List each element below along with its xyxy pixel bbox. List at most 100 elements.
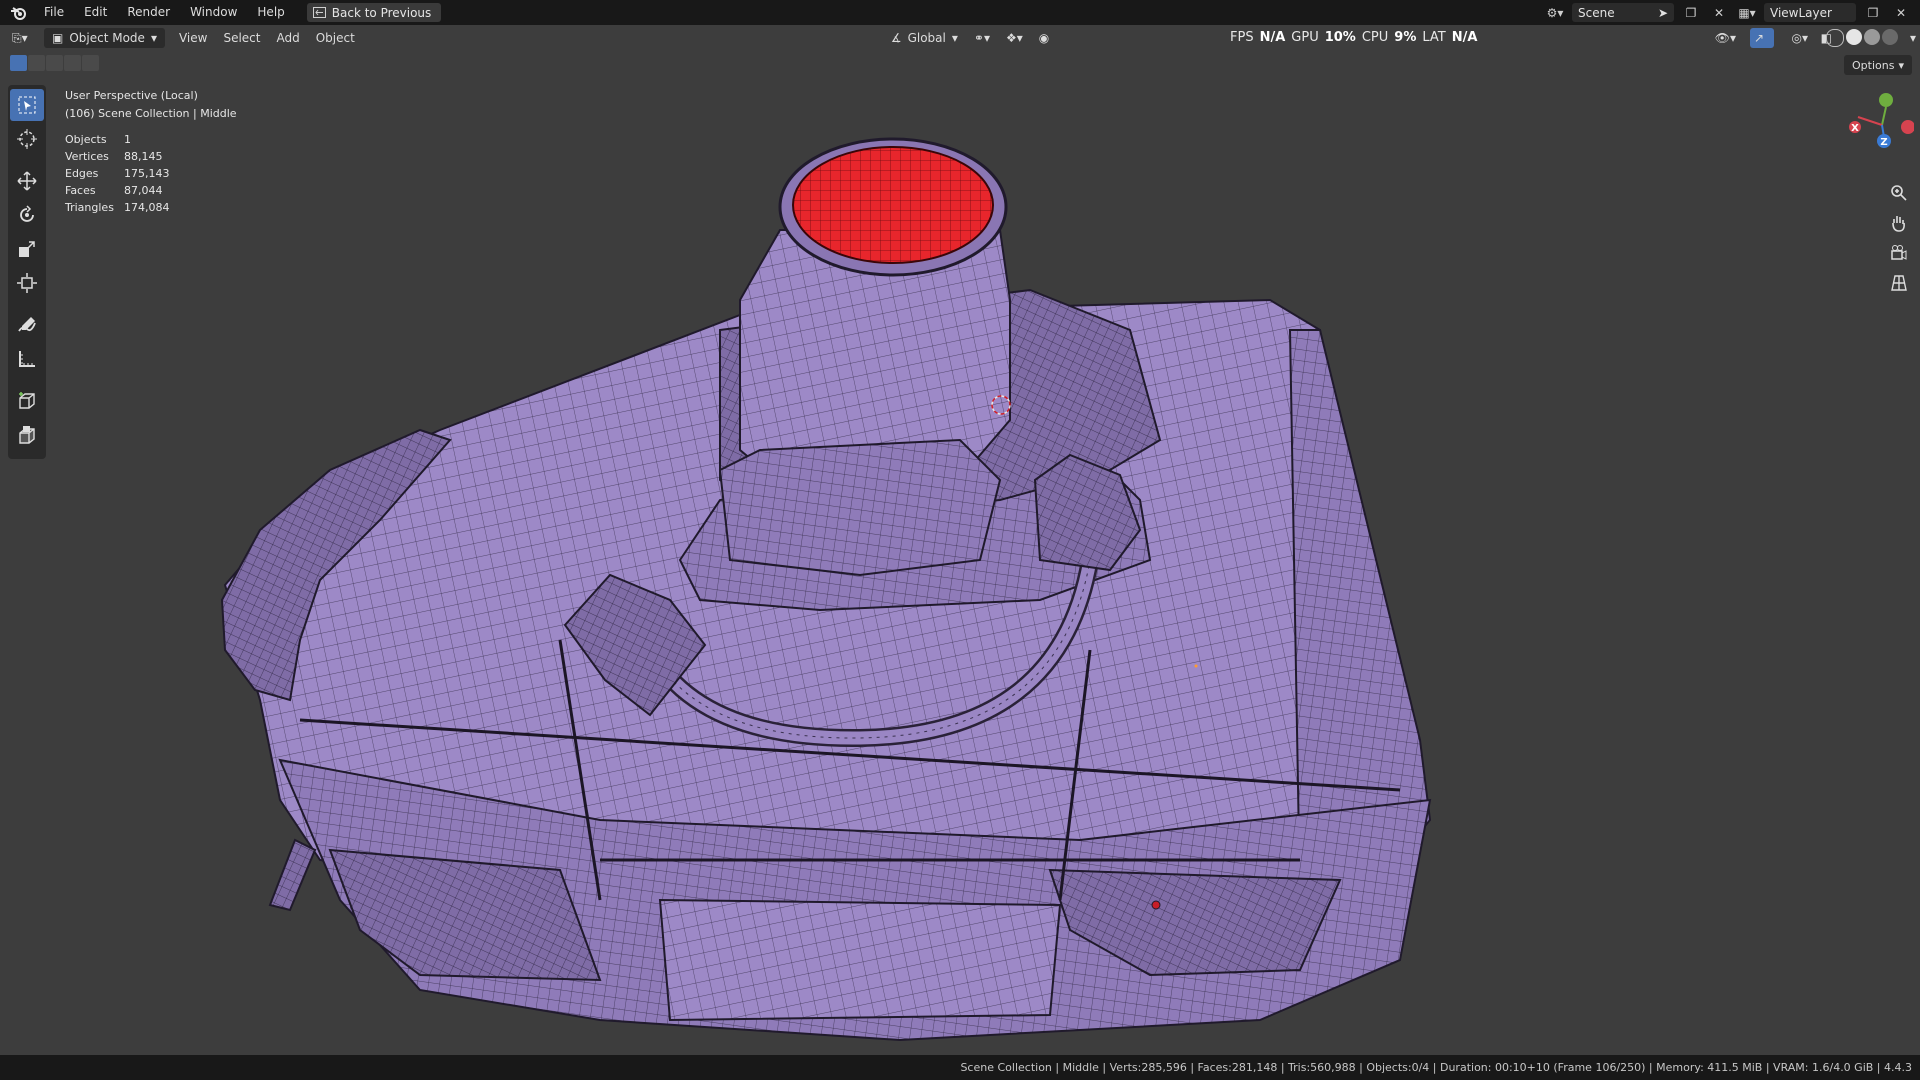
select-new-icon[interactable] xyxy=(10,55,27,71)
add-cube-tool[interactable] xyxy=(10,385,44,417)
bottom-block xyxy=(658,898,1062,1022)
menu-select[interactable]: Select xyxy=(215,28,268,48)
menu-object[interactable]: Object xyxy=(308,28,363,48)
view-layer-selector-icon[interactable]: ▦▾ xyxy=(1736,3,1758,22)
perspective-toggle-icon[interactable] xyxy=(1886,270,1912,296)
new-view-layer-icon[interactable]: ❐ xyxy=(1862,3,1884,22)
scale-icon xyxy=(19,241,35,257)
fps-label: FPS xyxy=(1230,30,1254,45)
shading-options-icon[interactable]: ▾ xyxy=(1906,28,1920,48)
measure-icon xyxy=(19,351,35,367)
view-layer-field[interactable]: ViewLayer xyxy=(1764,3,1856,22)
stat-row: Edges 175,143 xyxy=(65,165,170,182)
delete-view-layer-icon[interactable]: ✕ xyxy=(1890,3,1912,22)
extrude-tool[interactable] xyxy=(10,419,44,451)
gpu-value: 10% xyxy=(1324,30,1356,45)
pin-icon[interactable]: ➤ xyxy=(1658,6,1668,20)
select-subtract-icon[interactable] xyxy=(46,55,63,71)
visibility-icon[interactable]: 👁▾ xyxy=(1707,28,1744,48)
material-shading-icon[interactable] xyxy=(1864,29,1880,45)
select-box-tool[interactable] xyxy=(10,89,44,121)
stat-value: 1 xyxy=(124,133,131,146)
status-bar: Scene Collection | Middle | Verts:285,59… xyxy=(0,1055,1920,1080)
scene-field[interactable]: Scene ➤ xyxy=(1572,3,1674,22)
rendered-shading-icon[interactable] xyxy=(1882,29,1898,45)
pivot-point-icon[interactable]: ⚭▾ xyxy=(966,28,998,48)
menu-view[interactable]: View xyxy=(171,28,215,48)
stat-value: 175,143 xyxy=(124,167,170,180)
top-menu-bar: File Edit Render Window Help Back to Pre… xyxy=(0,0,1920,25)
move-tool[interactable] xyxy=(10,165,44,197)
x-axis-label: X xyxy=(1851,123,1859,134)
object-mode-icon: ▣ xyxy=(52,31,64,45)
back-icon xyxy=(312,7,326,18)
viewport-info: User Perspective (Local) (106) Scene Col… xyxy=(65,87,237,123)
selection-mode-buttons xyxy=(10,55,99,71)
stat-row: Objects 1 xyxy=(65,131,170,148)
stat-row: Vertices 88,145 xyxy=(65,148,170,165)
menu-render[interactable]: Render xyxy=(117,0,180,25)
y-axis-icon xyxy=(1879,93,1893,107)
snap-icon[interactable]: ❖▾ xyxy=(998,28,1031,48)
delete-scene-icon[interactable]: ✕ xyxy=(1708,3,1730,22)
lat-value: N/A xyxy=(1451,30,1478,45)
mesh-model[interactable] xyxy=(0,25,1920,1055)
proportional-editing-icon[interactable]: ◉ xyxy=(1031,28,1057,48)
transform-tool[interactable] xyxy=(10,267,44,299)
select-invert-icon[interactable] xyxy=(64,55,81,71)
cursor-tool[interactable] xyxy=(10,123,44,155)
chevron-down-icon: ▾ xyxy=(951,31,958,45)
select-extend-icon[interactable] xyxy=(28,55,45,71)
scale-tool[interactable] xyxy=(10,233,44,265)
move-icon xyxy=(17,171,37,191)
lat-label: LAT xyxy=(1422,30,1446,45)
menu-window[interactable]: Window xyxy=(180,0,247,25)
duct-base xyxy=(718,438,1002,577)
tool-shelf xyxy=(8,85,46,459)
cursor-icon xyxy=(17,129,37,149)
options-label: Options xyxy=(1852,58,1895,72)
select-intersect-icon[interactable] xyxy=(82,55,99,71)
side-knob xyxy=(268,838,317,912)
measure-tool[interactable] xyxy=(10,343,44,375)
annotate-tool[interactable] xyxy=(10,309,44,341)
stat-row: Faces 87,044 xyxy=(65,182,170,199)
scene-selector-icon[interactable]: ⚙▾ xyxy=(1544,3,1566,22)
fps-value: N/A xyxy=(1259,30,1286,45)
menu-file[interactable]: File xyxy=(34,0,74,25)
neg-x-axis-icon xyxy=(1901,120,1914,134)
back-to-previous-button[interactable]: Back to Previous xyxy=(306,3,442,22)
status-text: Scene Collection | Middle | Verts:285,59… xyxy=(960,1061,1912,1074)
rotate-icon xyxy=(20,205,34,222)
camera-view-icon[interactable] xyxy=(1886,240,1912,266)
stat-value: 88,145 xyxy=(124,150,163,163)
menu-help[interactable]: Help xyxy=(247,0,294,25)
solid-shading-icon[interactable] xyxy=(1846,29,1862,45)
cpu-label: CPU xyxy=(1361,30,1389,45)
stat-key: Triangles xyxy=(65,201,114,214)
blender-logo-icon[interactable] xyxy=(8,3,28,23)
stat-key: Objects xyxy=(65,133,107,146)
rotate-tool[interactable] xyxy=(10,199,44,231)
annotate-icon xyxy=(18,317,36,332)
overlay-toggle-icon[interactable]: ◎▾ xyxy=(1784,28,1817,48)
stat-row: Triangles 174,084 xyxy=(65,199,170,216)
selected-face-red xyxy=(792,146,994,264)
new-scene-icon[interactable]: ❐ xyxy=(1680,3,1702,22)
transform-icon xyxy=(17,273,37,293)
gizmo-toggle-icon[interactable]: ↗ xyxy=(1750,28,1774,48)
editor-type-icon[interactable]: ⎘▾ xyxy=(8,28,38,48)
3d-viewport[interactable]: ⎘▾ ▣ Object Mode ▾ View Select Add Objec… xyxy=(0,25,1920,1055)
transform-orientation-dropdown[interactable]: ∡ Global ▾ xyxy=(883,28,966,48)
wireframe-shading-icon[interactable] xyxy=(1826,29,1844,47)
navigation-gizmo[interactable]: X Z xyxy=(1834,87,1914,167)
shading-modes xyxy=(1826,29,1898,47)
menu-edit[interactable]: Edit xyxy=(74,0,117,25)
pan-hand-icon[interactable] xyxy=(1886,210,1912,236)
gpu-label: GPU xyxy=(1291,30,1319,45)
zoom-icon[interactable] xyxy=(1886,180,1912,206)
object-mode-dropdown[interactable]: ▣ Object Mode ▾ xyxy=(44,28,165,48)
options-dropdown[interactable]: Options ▾ xyxy=(1844,55,1912,75)
viewport-header: ⎘▾ ▣ Object Mode ▾ View Select Add Objec… xyxy=(0,25,1920,51)
menu-add[interactable]: Add xyxy=(268,28,307,48)
